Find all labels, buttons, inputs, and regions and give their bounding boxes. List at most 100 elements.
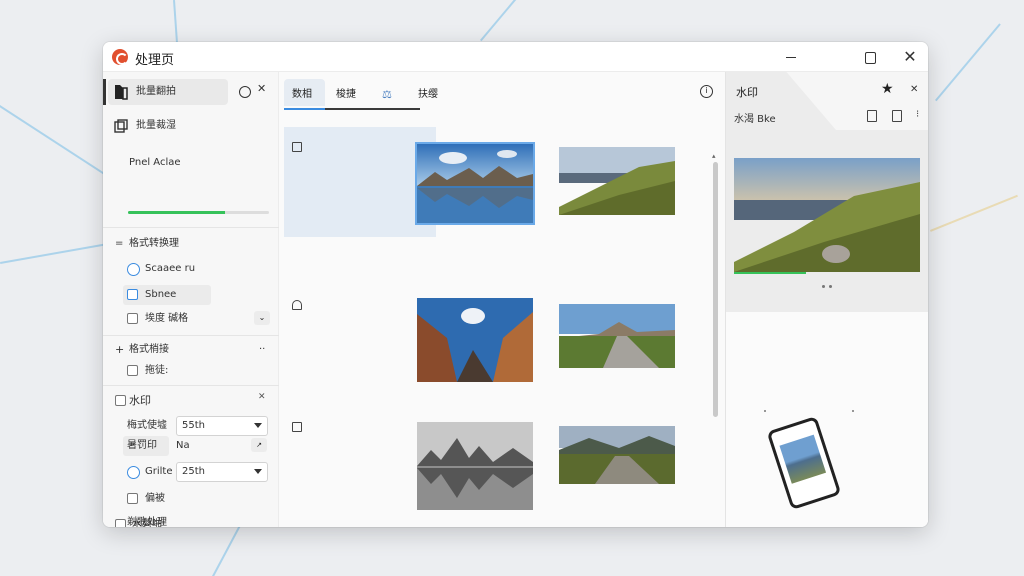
background-line [173,0,179,46]
panel-label: Pnel Aclae [129,157,181,168]
page-indicator-dot[interactable] [829,285,832,288]
progress-fill [128,211,226,214]
chevron-down-icon [254,423,262,428]
copy-icon [114,119,128,133]
divider [103,385,279,386]
option-3-checkbox[interactable] [127,313,138,324]
divider [103,335,279,336]
tab-data[interactable]: 数相 [292,85,312,105]
minimize-button[interactable] [780,46,802,68]
photo-thumbnail-bw-lake[interactable] [417,422,533,510]
expand-icon[interactable]: ↗ [251,438,267,452]
green-hillside-image [559,147,675,215]
lake-mountains-image [417,144,533,223]
bridge-valley-image [559,426,675,484]
tab-active-underline [284,108,325,110]
background-line [935,23,1001,102]
document-icon [292,422,302,432]
option-2-checkbox[interactable] [127,289,138,300]
panel-subtitle: 水渴 Bke [734,114,776,125]
divider [103,227,279,228]
app-window: 处理页 ✕ 批量翻拍 ✕ 批量裁湿 Pnel Aclae = 格式转换理 Sca… [103,42,928,527]
plus-icon: + [115,343,125,356]
watermark-panel: 水印 ★ ✕ 水渴 Bke ⁝ [725,72,928,527]
more-vertical-icon[interactable]: ⁝ [916,109,919,120]
balance-icon[interactable]: ⚖ [382,85,392,105]
panel-title: 水印 [736,86,758,99]
chevron-down-icon [254,469,262,474]
background-line [212,523,242,576]
photo-thumbnail-bridge-valley[interactable] [559,426,675,484]
bookmark-icon[interactable] [892,110,902,122]
bottom-label: 剃歌处理 [127,517,167,527]
watermark2-checkbox[interactable] [115,519,126,527]
app-logo-icon [112,49,128,65]
section-watermark-label: 水印 [129,394,151,407]
corner-marker [852,410,854,412]
close-icon[interactable]: ✕ [257,82,266,95]
info-icon[interactable]: i [700,85,713,98]
sidebar-item-batch-crop[interactable]: 批量裁湿 [103,114,273,138]
option-1-label: Scaaee ru [145,263,196,274]
sidebar-item-batch-photo[interactable]: 批量翻拍 [103,80,228,104]
photo-thumbnail-canyon-rails[interactable] [417,298,533,382]
more-icon[interactable]: ·· [259,338,265,362]
background-line [930,194,1018,232]
close-button[interactable]: ✕ [899,46,921,68]
watermark-preview-image[interactable] [734,158,920,272]
progress-bar [128,211,269,214]
option-4-checkbox[interactable] [127,365,138,376]
page-indicator-dot[interactable] [822,285,825,288]
photo-thumbnail-green-hillside[interactable] [559,147,675,215]
background-line [480,0,521,42]
background-line [0,105,118,183]
document-icon [292,142,302,152]
tab-shortcut[interactable]: 梭捷 [336,85,356,105]
sidebar: 批量翻拍 ✕ 批量裁湿 Pnel Aclae = 格式转换理 Scaaee ru… [103,72,279,527]
menu-icon: = [115,238,124,249]
quality-label: 暑罚印 [127,440,157,451]
watermark-checkbox[interactable] [115,395,126,406]
option-1-radio[interactable] [127,263,140,276]
title-bar: 处理页 ✕ [103,42,928,72]
grille-radio[interactable] [127,466,140,479]
section-format2-header[interactable]: + 格式梢接 ·· [103,338,279,362]
option-2-label: Sbnee [145,289,177,300]
format-select[interactable]: 55th [176,416,268,436]
star-icon[interactable]: ★ [881,81,894,97]
photo-thumbnail-boardwalk[interactable] [559,304,675,368]
grille-select-value: 25th [182,466,205,477]
scroll-up-icon[interactable]: ▴ [712,152,716,160]
window-title: 处理页 [135,53,175,68]
option-5-checkbox[interactable] [127,493,138,504]
background-line [0,242,109,264]
hillside-preview-image [734,158,920,272]
boardwalk-image [559,304,675,368]
tab-extra[interactable]: 扶缨 [418,85,438,105]
save-icon[interactable] [867,110,877,122]
option-4-label: 拖徒: [145,365,169,376]
format-select-value: 55th [182,420,205,431]
vertical-scrollbar[interactable] [713,162,718,417]
content-area: 数相 梭捷 ⚖ 扶缨 i ▴ [280,72,724,527]
phone-screen-image [779,434,827,484]
grille-label: Grilte [145,466,173,477]
sync-icon[interactable] [239,86,251,98]
collapse-icon[interactable]: ✕ [258,392,266,402]
corner-marker [764,410,766,412]
selected-row-bg [284,127,436,237]
chevron-down-icon[interactable]: ⌄ [254,311,270,325]
option-3-label: 埃度 碱格 [145,313,189,324]
grille-select[interactable]: 25th [176,462,268,482]
option-5-label: 偏被 [145,493,165,504]
quality-value: Na [176,440,190,451]
close-icon[interactable]: ✕ [910,84,918,95]
book-icon [115,85,128,100]
canyon-rails-image [417,298,533,382]
sidebar-item-label: 批量翻拍 [136,86,176,97]
bell-icon [292,300,302,310]
photo-thumbnail-lake-mountains[interactable] [415,142,535,225]
preview-progress-bar [734,272,806,274]
section-format-header[interactable]: = 格式转换理 [103,232,279,256]
maximize-button[interactable] [859,46,881,68]
